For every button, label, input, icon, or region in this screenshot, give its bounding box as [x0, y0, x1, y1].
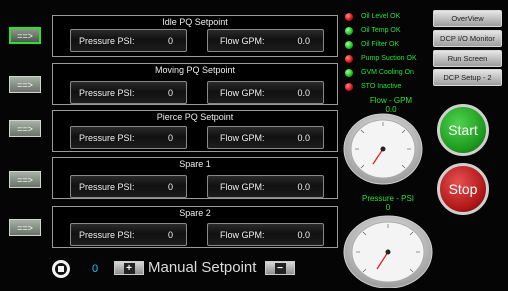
start-button[interactable]: Start	[437, 104, 489, 156]
status-oil-level: Oil Level OK	[361, 13, 401, 20]
flow-field[interactable]: Flow GPM: 0.0	[207, 81, 324, 104]
pressure-value: 0	[167, 230, 173, 240]
pump-suction-led-icon	[345, 55, 353, 63]
pressure-value: 0	[167, 88, 173, 98]
pressure-label: Pressure PSI:	[79, 36, 135, 46]
pressure-label: Pressure PSI:	[79, 133, 135, 143]
flow-label: Flow GPM:	[220, 230, 265, 240]
status-pump-suction: Pump Suction OK	[361, 55, 417, 62]
pressure-field[interactable]: Pressure PSI: 0	[70, 81, 187, 104]
group-title: Spare 2	[179, 208, 211, 218]
oil-filter-led-icon	[345, 41, 353, 49]
manual-setpoint-value: 0	[92, 263, 99, 275]
status-sto: STO Inactive	[361, 83, 402, 90]
pressure-label: Pressure PSI:	[79, 182, 135, 192]
dcp-io-monitor-button[interactable]: DCP I/O Monitor	[433, 30, 502, 47]
select-spare1-button[interactable]: ==>	[9, 171, 41, 188]
pressure-gauge-dial	[343, 215, 433, 288]
pressure-field[interactable]: Pressure PSI: 0	[70, 223, 187, 246]
pressure-value: 0	[167, 36, 173, 46]
flow-value: 0.0	[297, 88, 310, 98]
overview-button[interactable]: OverView	[433, 10, 502, 27]
group-title: Moving PQ Setpoint	[154, 65, 236, 75]
pressure-value: 0	[167, 133, 173, 143]
group-title: Spare 1	[179, 159, 211, 169]
flow-label: Flow GPM:	[220, 36, 265, 46]
dcp-setup-2-button[interactable]: DCP Setup - 2	[433, 69, 502, 86]
gvm-cooling-led-icon	[345, 69, 353, 77]
group-title: Idle PQ Setpoint	[162, 17, 228, 27]
select-idle-button[interactable]: ==>	[9, 27, 41, 44]
flow-value: 0.0	[297, 182, 310, 192]
pressure-label: Pressure PSI:	[79, 230, 135, 240]
minus-icon: −	[274, 262, 286, 274]
plus-icon: +	[123, 262, 135, 274]
pierce-setpoint-group: Pierce PQ Setpoint Pressure PSI: 0 Flow …	[52, 110, 338, 152]
moving-setpoint-group: Moving PQ Setpoint Pressure PSI: 0 Flow …	[52, 63, 338, 105]
pressure-gauge-title: Pressure - PSI	[361, 194, 414, 203]
flow-field[interactable]: Flow GPM: 0.0	[207, 175, 324, 198]
increase-button[interactable]: +	[114, 261, 144, 275]
spare2-setpoint-group: Spare 2 Pressure PSI: 0 Flow GPM: 0.0	[52, 206, 338, 248]
flow-value: 0.0	[297, 36, 310, 46]
group-title: Pierce PQ Setpoint	[156, 112, 234, 122]
pressure-field[interactable]: Pressure PSI: 0	[70, 29, 187, 52]
pressure-field[interactable]: Pressure PSI: 0	[70, 175, 187, 198]
run-screen-button[interactable]: Run Screen	[433, 50, 502, 67]
flow-value: 0.0	[297, 133, 310, 143]
select-pierce-button[interactable]: ==>	[9, 120, 41, 137]
record-stop-icon[interactable]	[51, 259, 71, 279]
sto-led-icon	[345, 83, 353, 91]
flow-field[interactable]: Flow GPM: 0.0	[207, 126, 324, 149]
oil-temp-led-icon	[345, 27, 353, 35]
flow-label: Flow GPM:	[220, 182, 265, 192]
flow-label: Flow GPM:	[220, 133, 265, 143]
select-moving-button[interactable]: ==>	[9, 76, 41, 93]
stop-button[interactable]: Stop	[437, 163, 489, 215]
select-spare2-button[interactable]: ==>	[9, 219, 41, 236]
pressure-gauge-value: 0	[385, 203, 391, 212]
flow-value: 0.0	[297, 230, 310, 240]
status-oil-filter: Oil Filter OK	[361, 41, 400, 48]
flow-field[interactable]: Flow GPM: 0.0	[207, 223, 324, 246]
manual-setpoint-label: Manual Setpoint	[148, 259, 257, 276]
status-oil-temp: Oil Temp OK	[361, 27, 401, 34]
flow-gauge-dial	[343, 113, 423, 185]
pressure-value: 0	[167, 182, 173, 192]
oil-level-led-icon	[345, 13, 353, 21]
idle-setpoint-group: Idle PQ Setpoint Pressure PSI: 0 Flow GP…	[52, 15, 338, 57]
spare1-setpoint-group: Spare 1 Pressure PSI: 0 Flow GPM: 0.0	[52, 157, 338, 199]
status-gvm-cooling: GVM Cooling On	[361, 69, 414, 76]
flow-field[interactable]: Flow GPM: 0.0	[207, 29, 324, 52]
decrease-button[interactable]: −	[265, 261, 295, 275]
flow-gauge-title: Flow - GPM	[369, 96, 413, 105]
pressure-label: Pressure PSI:	[79, 88, 135, 98]
pressure-field[interactable]: Pressure PSI: 0	[70, 126, 187, 149]
flow-label: Flow GPM:	[220, 88, 265, 98]
